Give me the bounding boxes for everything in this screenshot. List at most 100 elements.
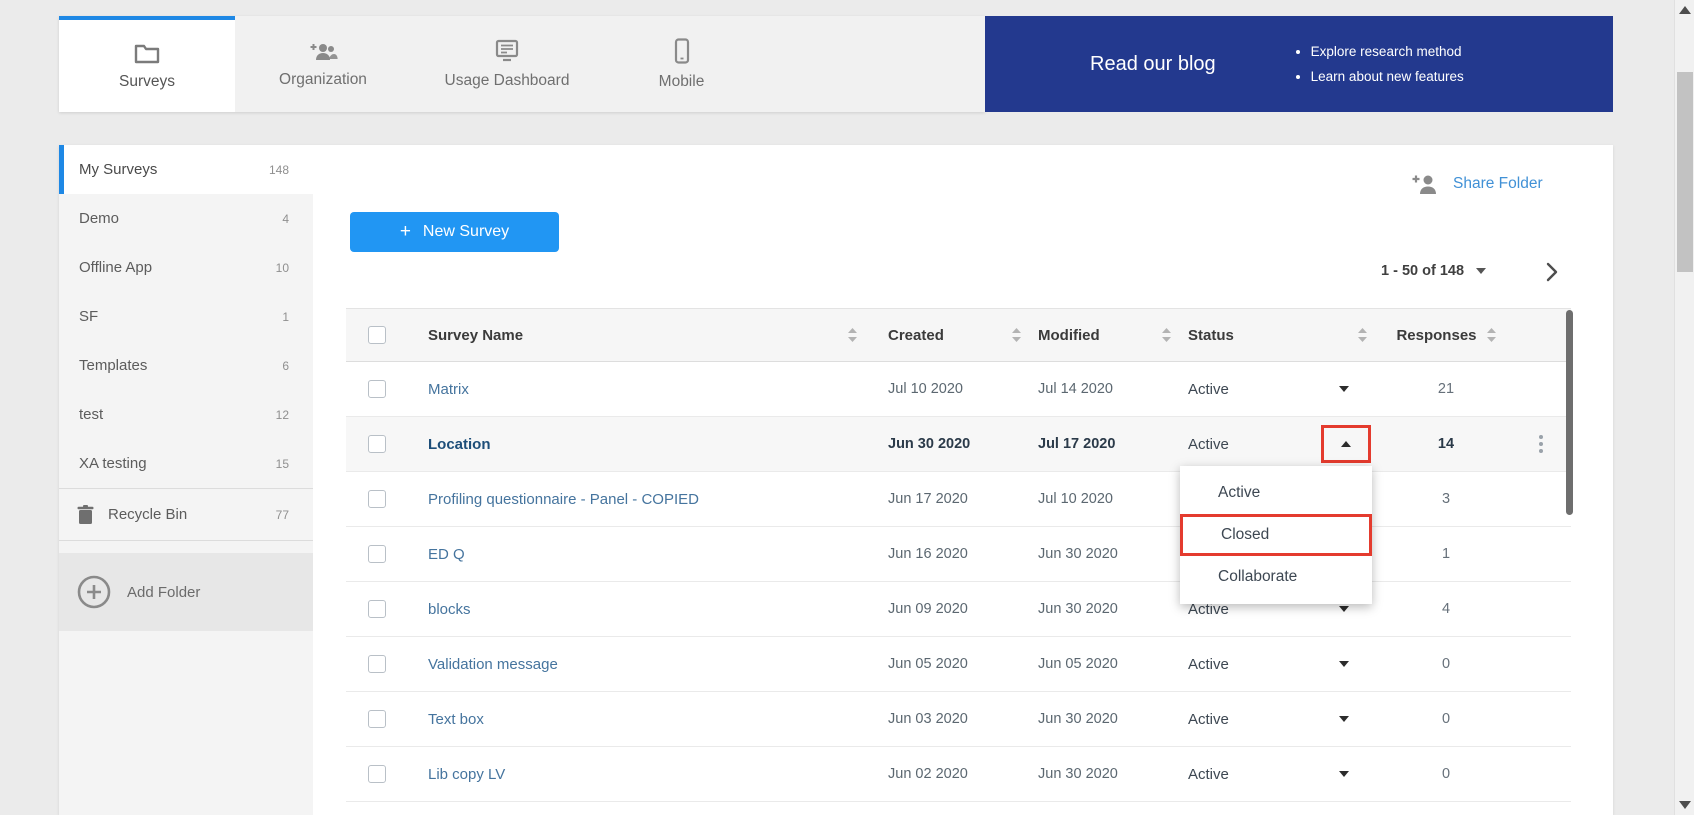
folder-label: test xyxy=(79,406,103,423)
created-date: Jun 03 2020 xyxy=(888,711,968,727)
modified-date: Jun 05 2020 xyxy=(1038,656,1118,672)
folder-list: My Surveys 148 Demo 4 Offline App 10 SF … xyxy=(59,145,313,488)
column-header-status[interactable]: Status xyxy=(1171,327,1381,344)
banner-title: Read our blog xyxy=(1090,53,1216,76)
row-checkbox[interactable] xyxy=(368,435,386,453)
status-dropdown-arrow-icon[interactable] xyxy=(1339,606,1349,612)
folder-count: 12 xyxy=(276,408,289,422)
next-page-button[interactable] xyxy=(1537,257,1567,287)
select-all-checkbox[interactable] xyxy=(368,326,386,344)
tab-surveys[interactable]: Surveys xyxy=(59,16,235,112)
modified-date: Jun 30 2020 xyxy=(1038,601,1118,617)
survey-name-link[interactable]: Location xyxy=(428,436,491,453)
survey-name-link[interactable]: Profiling questionnaire - Panel - COPIED xyxy=(428,491,699,508)
scrollbar-thumb[interactable] xyxy=(1677,72,1693,272)
table-body: Matrix Jul 10 2020 Jul 14 2020 Active 21 xyxy=(346,362,1571,802)
column-header-survey-name[interactable]: Survey Name xyxy=(398,327,871,344)
tab-organization[interactable]: Organization xyxy=(235,16,411,112)
survey-name-link[interactable]: ED Q xyxy=(428,546,465,563)
row-checkbox[interactable] xyxy=(368,545,386,563)
row-checkbox[interactable] xyxy=(368,765,386,783)
folder-count: 15 xyxy=(276,457,289,471)
share-folder-label: Share Folder xyxy=(1453,175,1543,193)
modified-date: Jul 17 2020 xyxy=(1038,436,1115,452)
table-header-row: Survey Name Created Modified Status xyxy=(346,308,1571,362)
folder-count: 10 xyxy=(276,261,289,275)
responses-count: 4 xyxy=(1442,601,1450,617)
status-dropdown-arrow-icon[interactable] xyxy=(1339,661,1349,667)
chevron-up-icon xyxy=(1341,441,1351,447)
row-checkbox[interactable] xyxy=(368,710,386,728)
trash-icon xyxy=(77,505,94,525)
sidebar-folder-item[interactable]: Templates 6 xyxy=(59,341,313,390)
add-people-icon xyxy=(308,40,338,62)
responses-count: 1 xyxy=(1442,546,1450,562)
new-survey-button[interactable]: + New Survey xyxy=(350,212,559,252)
sort-icon[interactable] xyxy=(848,328,857,342)
tab-mobile[interactable]: Mobile xyxy=(603,16,760,112)
table-row: Text box Jun 03 2020 Jun 30 2020 Active … xyxy=(346,692,1571,747)
status-dropdown-arrow-icon[interactable] xyxy=(1339,716,1349,722)
row-checkbox[interactable] xyxy=(368,490,386,508)
option-label: Collaborate xyxy=(1218,568,1297,586)
sort-icon[interactable] xyxy=(1012,328,1021,342)
pagination-caret-icon xyxy=(1476,268,1486,274)
sidebar-folder-item[interactable]: XA testing 15 xyxy=(59,439,313,488)
table-scrollbar-thumb[interactable] xyxy=(1566,310,1573,515)
row-checkbox[interactable] xyxy=(368,380,386,398)
tab-usage-dashboard[interactable]: Usage Dashboard xyxy=(411,16,603,112)
sort-icon[interactable] xyxy=(1358,328,1367,342)
survey-name-link[interactable]: Lib copy LV xyxy=(428,766,505,783)
folder-sidebar: My Surveys 148 Demo 4 Offline App 10 SF … xyxy=(59,145,313,815)
sidebar-folder-item[interactable]: SF 1 xyxy=(59,292,313,341)
status-dropdown-arrow-icon[interactable] xyxy=(1339,771,1349,777)
created-date: Jun 30 2020 xyxy=(888,436,970,452)
folder-count: 4 xyxy=(282,212,289,226)
surveys-table: Survey Name Created Modified Status xyxy=(346,308,1571,802)
pagination-range-selector[interactable]: 1 - 50 of 148 xyxy=(1381,263,1486,279)
status-dropdown-option[interactable]: Active xyxy=(1180,472,1372,514)
sidebar-item-recycle-bin[interactable]: Recycle Bin 77 xyxy=(59,489,313,541)
plus-icon: + xyxy=(400,221,411,243)
status-value: Active xyxy=(1188,436,1229,453)
share-person-icon xyxy=(1411,173,1441,195)
sidebar-folder-item[interactable]: Demo 4 xyxy=(59,194,313,243)
blog-banner[interactable]: Read our blog Explore research methodLea… xyxy=(985,16,1613,112)
status-dropdown-option[interactable]: Collaborate xyxy=(1180,556,1372,598)
status-dropdown-open-annotation[interactable] xyxy=(1321,425,1371,463)
share-folder-button[interactable]: Share Folder xyxy=(1411,173,1543,195)
column-header-responses[interactable]: Responses xyxy=(1381,327,1511,344)
status-dropdown-option[interactable]: Closed xyxy=(1180,514,1372,556)
scrollbar-up-arrow-icon[interactable] xyxy=(1679,6,1691,14)
sort-icon[interactable] xyxy=(1487,328,1496,342)
option-label: Active xyxy=(1218,484,1260,502)
sidebar-folder-item[interactable]: Offline App 10 xyxy=(59,243,313,292)
folder-label: XA testing xyxy=(79,455,147,472)
main-card: My Surveys 148 Demo 4 Offline App 10 SF … xyxy=(59,145,1613,815)
option-label: Closed xyxy=(1221,526,1269,544)
row-checkbox[interactable] xyxy=(368,600,386,618)
survey-name-link[interactable]: blocks xyxy=(428,601,471,618)
column-header-created[interactable]: Created xyxy=(871,327,1021,344)
sort-icon[interactable] xyxy=(1162,328,1171,342)
row-checkbox[interactable] xyxy=(368,655,386,673)
add-folder-button[interactable]: Add Folder xyxy=(59,553,313,631)
top-navigation: Surveys Organization Usage Dashboard Mob… xyxy=(59,16,985,112)
modified-date: Jul 14 2020 xyxy=(1038,381,1113,397)
responses-count: 0 xyxy=(1442,656,1450,672)
status-dropdown-arrow-icon[interactable] xyxy=(1339,386,1349,392)
column-header-modified[interactable]: Modified xyxy=(1021,327,1171,344)
sidebar-folder-item[interactable]: My Surveys 148 xyxy=(59,145,313,194)
mobile-icon xyxy=(673,38,691,64)
survey-name-link[interactable]: Validation message xyxy=(428,656,558,673)
status-value: Active xyxy=(1188,656,1229,673)
table-row: Matrix Jul 10 2020 Jul 14 2020 Active 21 xyxy=(346,362,1571,417)
row-menu-kebab-icon[interactable] xyxy=(1539,435,1543,453)
page-scrollbar[interactable] xyxy=(1674,0,1694,815)
survey-name-link[interactable]: Matrix xyxy=(428,381,469,398)
sidebar-folder-item[interactable]: test 12 xyxy=(59,390,313,439)
status-value: Active xyxy=(1188,711,1229,728)
responses-count: 3 xyxy=(1442,491,1450,507)
scrollbar-down-arrow-icon[interactable] xyxy=(1679,801,1691,809)
survey-name-link[interactable]: Text box xyxy=(428,711,484,728)
